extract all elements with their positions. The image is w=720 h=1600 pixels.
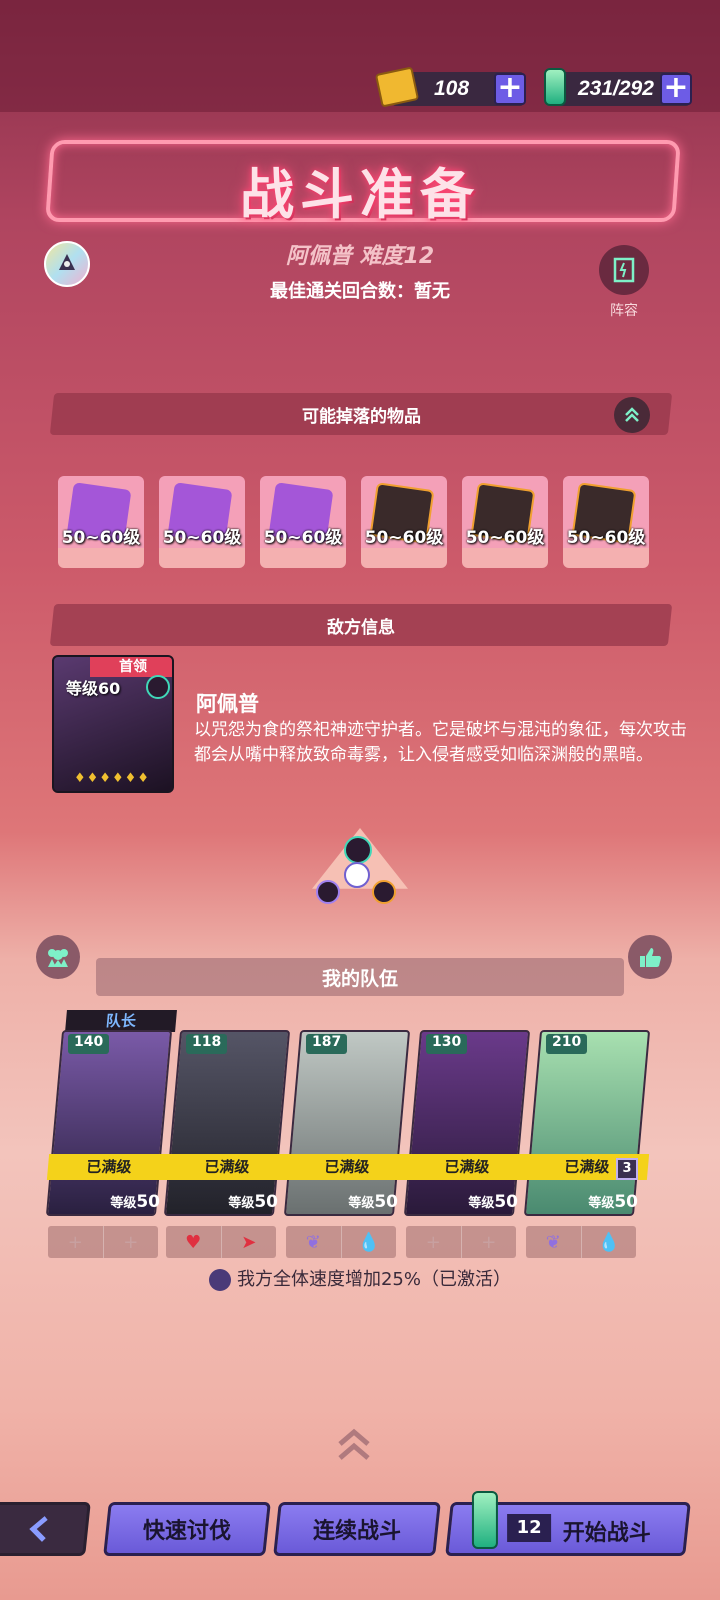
- spiral-element-icon: [146, 675, 170, 699]
- enemy-level: 等级60: [66, 679, 121, 698]
- wing-skill-icon[interactable]: ❦: [526, 1226, 582, 1258]
- quick-raid-button[interactable]: 快速讨伐: [103, 1502, 271, 1556]
- star-rating-icon: ♦♦♦♦♦♦: [74, 771, 150, 786]
- formation-icon[interactable]: [599, 245, 649, 295]
- recommend-thumbs-up-icon[interactable]: [628, 935, 672, 979]
- hero-power: 210: [546, 1034, 588, 1054]
- team-buff: 我方全体速度增加25%（已激活）: [0, 1265, 720, 1291]
- hero-portrait: [45, 1030, 173, 1216]
- team-buff-text: 我方全体速度增加25%（已激活）: [236, 1269, 511, 1290]
- speed-wing-icon: [208, 1269, 231, 1291]
- hero-level: 等级50: [228, 1192, 278, 1212]
- expand-up-chevron-icon[interactable]: [334, 1424, 374, 1464]
- quick-raid-label: 快速讨伐: [142, 1519, 231, 1544]
- arrow-skill-icon[interactable]: ➤: [222, 1226, 277, 1258]
- hero-max-level: 已满级: [284, 1154, 410, 1180]
- back-button[interactable]: [0, 1502, 91, 1556]
- formation-label: 阵容: [610, 303, 638, 319]
- drop-item-1[interactable]: 50~60级: [58, 476, 144, 568]
- team-title: 我的队伍: [321, 967, 398, 990]
- hero-power: 118: [186, 1034, 228, 1054]
- hero-card-1[interactable]: 140 已满级 等级50 + +: [45, 1030, 173, 1258]
- hero-power: 130: [426, 1034, 468, 1054]
- drop-level: 50~60级: [61, 528, 141, 548]
- hero-max-level: 已满级: [46, 1154, 172, 1180]
- page-title: 战斗准备: [240, 163, 480, 226]
- hero-power: 187: [306, 1034, 348, 1054]
- hero-card-3[interactable]: 187 已满级 等级50 ❦ 💧: [283, 1030, 411, 1258]
- empty-slot-plus-icon[interactable]: +: [462, 1226, 517, 1258]
- cross-counter-icon: [344, 862, 370, 888]
- drop-item-6[interactable]: 50~60级: [563, 476, 649, 568]
- leader-tag: 队长: [65, 1010, 177, 1032]
- enemy-info-title: 敌方信息: [327, 617, 395, 638]
- drop-level: 50~60级: [263, 528, 343, 548]
- energy-icon: [471, 1491, 498, 1549]
- hero-level: 等级50: [348, 1192, 398, 1212]
- hero-level: 等级50: [110, 1192, 160, 1212]
- hero-equip-slots: + +: [48, 1226, 158, 1258]
- ticket-value: 108: [434, 77, 470, 100]
- hero-portrait: [403, 1030, 531, 1216]
- continuous-battle-label: 连续战斗: [312, 1519, 401, 1544]
- drop-item-4[interactable]: 50~60级: [361, 476, 447, 568]
- drops-title: 可能掉落的物品: [301, 406, 421, 427]
- spiral-element-icon: [344, 836, 372, 864]
- drop-item-5[interactable]: 50~60级: [462, 476, 548, 568]
- energy-cost: 12: [507, 1514, 552, 1542]
- drop-level: 50~60级: [566, 528, 646, 548]
- enemy-description: 以咒怨为食的祭祀神迹守护者。它是破坏与混沌的象征，每次攻击都会从嘴中释放致命毒雾…: [194, 720, 687, 765]
- hero-power: 140: [68, 1034, 110, 1054]
- enemy-name: 阿佩普: [196, 692, 259, 716]
- hero-max-level: 已满级: [404, 1154, 530, 1180]
- element-hood-icon[interactable]: [44, 241, 90, 287]
- hero-equip-slots: + +: [406, 1226, 516, 1258]
- water-drop-icon[interactable]: 💧: [582, 1226, 637, 1258]
- add-energy-button[interactable]: +: [660, 73, 692, 105]
- hero-badge-count: 3: [616, 1158, 638, 1180]
- energy-value: 231/292: [578, 77, 654, 100]
- back-arrow-icon: [29, 1516, 48, 1542]
- water-drop-icon[interactable]: 💧: [342, 1226, 397, 1258]
- drops-header: 可能掉落的物品: [49, 393, 673, 435]
- hero-portrait: [283, 1030, 411, 1216]
- hero-card-5[interactable]: 210 已满级 3 等级50 ❦ 💧: [523, 1030, 651, 1258]
- start-battle-button[interactable]: 12 开始战斗: [445, 1491, 691, 1556]
- hero-portrait: [163, 1030, 291, 1216]
- empty-slot-plus-icon[interactable]: +: [48, 1226, 104, 1258]
- continuous-battle-button[interactable]: 连续战斗: [273, 1502, 441, 1556]
- energy-icon: [544, 68, 566, 106]
- add-ticket-button[interactable]: +: [494, 73, 526, 105]
- hero-equip-slots: ❦ 💧: [526, 1226, 636, 1258]
- drop-level: 50~60级: [162, 528, 242, 548]
- fang-skill-icon[interactable]: ♥: [166, 1226, 222, 1258]
- team-group-icon[interactable]: [36, 935, 80, 979]
- enemy-info-header: 敌方信息: [49, 604, 673, 646]
- start-battle-label: 开始战斗: [562, 1521, 651, 1546]
- hero-card-4[interactable]: 130 已满级 等级50 + +: [403, 1030, 531, 1258]
- collapse-chevron-icon[interactable]: [614, 397, 650, 433]
- drop-level: 50~60级: [465, 528, 545, 548]
- boss-tag: 首领: [90, 657, 172, 677]
- drop-level: 50~60级: [364, 528, 444, 548]
- empty-slot-plus-icon[interactable]: +: [406, 1226, 462, 1258]
- hero-card-2[interactable]: 118 已满级 等级50 ♥ ➤: [163, 1030, 291, 1258]
- empty-slot-plus-icon[interactable]: +: [104, 1226, 159, 1258]
- team-header: 我的队伍: [96, 958, 624, 996]
- hero-equip-slots: ♥ ➤: [166, 1226, 276, 1258]
- enemy-portrait-card[interactable]: 首领 等级60 ♦♦♦♦♦♦: [52, 655, 174, 793]
- hero-max-level: 已满级: [164, 1154, 290, 1180]
- hero-level: 等级50: [588, 1192, 638, 1212]
- hero-level: 等级50: [468, 1192, 518, 1212]
- gear-element-icon: [372, 880, 396, 904]
- hero-portrait: [523, 1030, 651, 1216]
- shadow-element-icon: [316, 880, 340, 904]
- drop-item-2[interactable]: 50~60级: [159, 476, 245, 568]
- wing-skill-icon[interactable]: ❦: [286, 1226, 342, 1258]
- hero-equip-slots: ❦ 💧: [286, 1226, 396, 1258]
- drop-item-3[interactable]: 50~60级: [260, 476, 346, 568]
